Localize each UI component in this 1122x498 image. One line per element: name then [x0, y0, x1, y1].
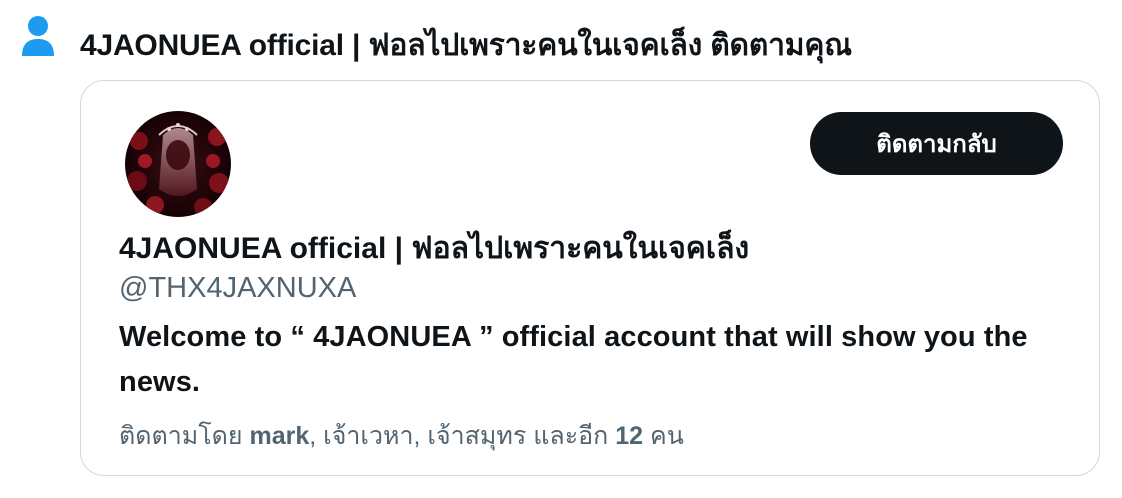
person-icon: [20, 14, 56, 58]
follow-back-button[interactable]: ติดตามกลับ: [810, 112, 1063, 175]
profile-bio: Welcome to “ 4JAONUEA ” official account…: [119, 321, 1028, 398]
profile-avatar[interactable]: [125, 111, 231, 217]
and-others-text: และอีก: [533, 422, 609, 450]
follower-name: เจ้าเวหา: [323, 422, 414, 450]
follow-notification[interactable]: 4JAONUEA official | ฟอลไปเพราะคนในเจคเล็…: [0, 0, 1122, 80]
user-handle[interactable]: @THX4JAXNUXA: [119, 271, 356, 305]
others-count: 12: [615, 422, 644, 450]
notification-title[interactable]: 4JAONUEA official | ฟอลไปเพราะคนในเจคเล็…: [80, 28, 852, 64]
display-name[interactable]: 4JAONUEA official | ฟอลไปเพราะคนในเจคเล็…: [119, 231, 749, 267]
people-word: คน: [650, 422, 684, 450]
profile-card[interactable]: ติดตามกลับ 4JAONUEA official | ฟอลไปเพรา…: [80, 80, 1100, 476]
followed-by-prefix: ติดตามโดย: [119, 422, 243, 450]
follower-name: เจ้าสมุทร: [427, 422, 527, 450]
followed-by-text[interactable]: ติดตามโดย mark, เจ้าเวหา, เจ้าสมุทร และอ…: [119, 419, 684, 453]
follower-name: mark: [249, 422, 310, 450]
